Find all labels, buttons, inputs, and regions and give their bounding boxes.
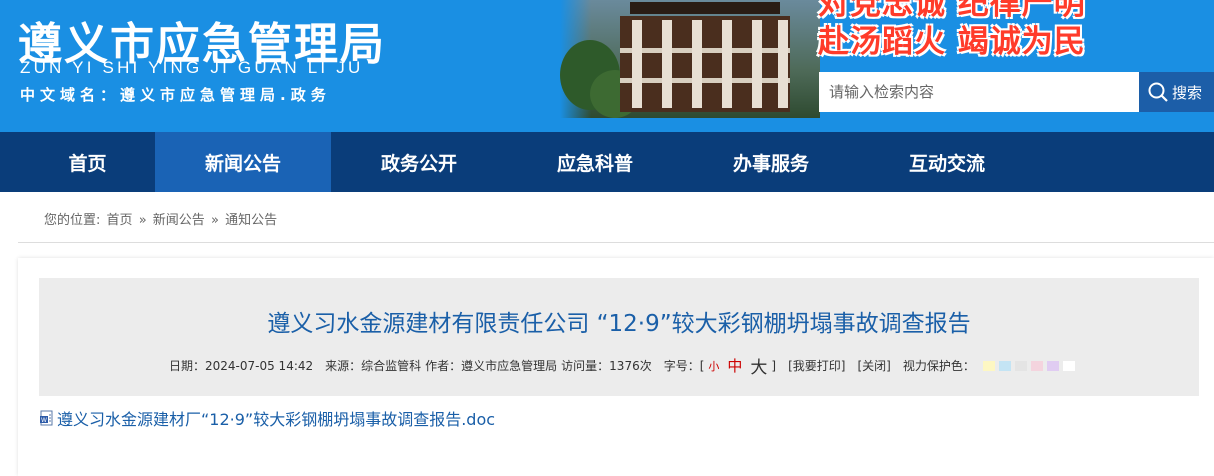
attachment-link[interactable]: W 遵义习水金源建材厂“12·9”较大彩钢棚坍塌事故调查报告.doc <box>39 406 495 430</box>
breadcrumb-separator: » <box>138 213 147 228</box>
breadcrumb-notices[interactable]: 通知公告 <box>225 213 277 228</box>
nav-item-interaction[interactable]: 互动交流 <box>859 132 1035 192</box>
nav-item-services[interactable]: 办事服务 <box>683 132 859 192</box>
site-pinyin: ZUN YI SHI YING JI GUAN LI JU <box>20 58 364 77</box>
breadcrumb: 您的位置: 首页 » 新闻公告 » 通知公告 <box>44 209 279 228</box>
close-button[interactable]: [关闭] <box>857 357 890 374</box>
search-icon <box>1148 82 1168 102</box>
fontsize-label: 字号：[ <box>663 359 705 373</box>
breadcrumb-prefix: 您的位置: <box>44 213 101 228</box>
article-header: 遵义习水金源建材有限责任公司 “12·9”较大彩钢棚坍塌事故调查报告 日期：20… <box>39 278 1199 396</box>
article-author: 作者：遵义市应急管理局 <box>425 359 558 373</box>
eye-care-swatch-gray[interactable] <box>1014 360 1027 371</box>
search-button-label: 搜索 <box>1172 83 1203 102</box>
article-meta: 日期：2024-07-05 14:42 来源：综合监管科 作者：遵义市应急管理局… <box>169 353 1079 378</box>
svg-text:W: W <box>41 417 47 424</box>
fontsize-small-button[interactable]: 小 <box>708 358 719 374</box>
word-document-icon: W <box>40 410 53 426</box>
site-domain: 中文域名：遵义市应急管理局.政务 <box>20 86 331 104</box>
search-input[interactable] <box>819 72 1139 112</box>
nav-item-gov-affairs[interactable]: 政务公开 <box>331 132 507 192</box>
building-photo <box>560 0 820 118</box>
fontsize-large-button[interactable]: 大 <box>750 353 767 378</box>
eye-care-swatch-purple[interactable] <box>1046 360 1059 371</box>
article-views: 访问量：1376次 <box>561 359 652 373</box>
print-button[interactable]: [我要打印] <box>788 357 845 374</box>
eye-care-swatch-white[interactable] <box>1062 360 1075 371</box>
attachment-filename: 遵义习水金源建材厂“12·9”较大彩钢棚坍塌事故调查报告.doc <box>57 410 496 429</box>
nav-item-news[interactable]: 新闻公告 <box>155 132 331 192</box>
header-banner: 遵义市应急管理局 ZUN YI SHI YING JI GUAN LI JU 中… <box>0 0 1214 132</box>
fontsize-medium-button[interactable]: 中 <box>727 355 742 376</box>
eye-care-swatches <box>982 360 1079 371</box>
breadcrumb-separator: » <box>210 213 219 228</box>
eye-care-swatch-blue[interactable] <box>998 360 1011 371</box>
divider <box>18 242 1214 243</box>
slogan-line-2: 赴汤蹈火 竭诚为民 <box>818 24 1086 60</box>
article-date: 日期：2024-07-05 14:42 <box>169 359 314 373</box>
slogan: 对党忠诚 纪律严明 赴汤蹈火 竭诚为民 <box>818 0 1118 60</box>
nav-item-home[interactable]: 首页 <box>0 132 155 192</box>
eye-care-swatch-yellow[interactable] <box>982 360 995 371</box>
breadcrumb-news[interactable]: 新闻公告 <box>153 213 205 228</box>
main-nav: 首页 新闻公告 政务公开 应急科普 办事服务 互动交流 <box>0 132 1214 192</box>
eye-care-swatch-pink[interactable] <box>1030 360 1043 371</box>
article-card: 遵义习水金源建材有限责任公司 “12·9”较大彩钢棚坍塌事故调查报告 日期：20… <box>18 258 1214 476</box>
eye-care-label: 视力保护色： <box>902 359 975 373</box>
article-title: 遵义习水金源建材有限责任公司 “12·9”较大彩钢棚坍塌事故调查报告 <box>267 311 971 337</box>
search-button[interactable]: 搜索 <box>1139 72 1214 112</box>
article-source: 来源：综合监管科 <box>325 359 422 373</box>
nav-item-emergency-science[interactable]: 应急科普 <box>507 132 683 192</box>
breadcrumb-home[interactable]: 首页 <box>107 213 133 228</box>
fontsize-close: ] <box>771 358 777 373</box>
